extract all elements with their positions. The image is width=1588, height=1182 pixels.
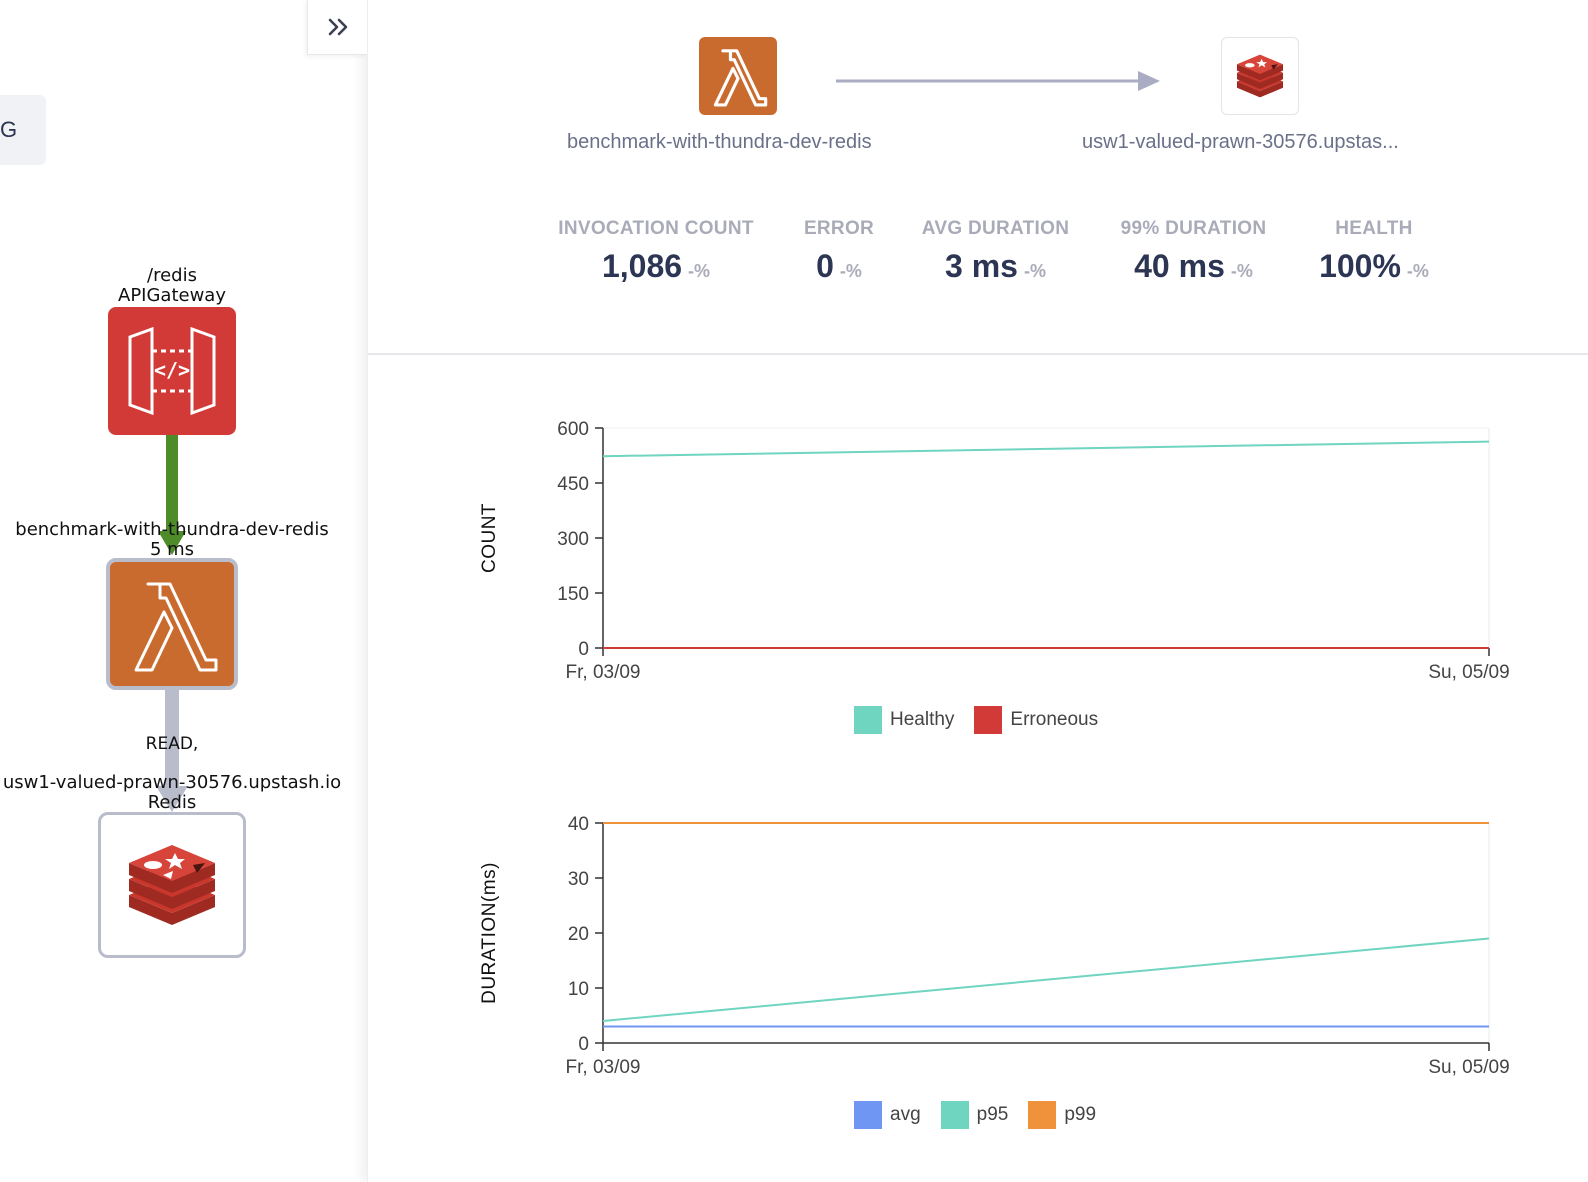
legend-label: p95: [976, 1104, 1009, 1125]
collapsed-tab[interactable]: G: [0, 95, 46, 165]
metric-invocation-count: INVOCATION COUNT 1,086 -%: [546, 218, 766, 285]
connection-arrow: [836, 71, 1160, 91]
expand-panel-button[interactable]: [307, 0, 367, 55]
metric-value: 1,086 -%: [601, 248, 711, 284]
legend-swatch: [854, 706, 882, 734]
service-graph-panel: G /redis APIGateway </> benchmark-with-t…: [0, 0, 367, 1182]
duration-chart: 0 10 20 30 40 Fr, 03/09 Su, 05/09 DURATION(ms) …: [368, 795, 1588, 1145]
y-tick-label: 450: [557, 474, 589, 495]
details-panel: benchmark-with-thundra-dev-redis usw1-va…: [367, 0, 1588, 1182]
legend-item-avg[interactable]: avg: [854, 1101, 921, 1129]
count-chart-plot: 0 150 300 450 600 Fr, 03/09 Su, 05/09 COUNT: [479, 419, 1510, 683]
redis-node[interactable]: [98, 812, 246, 958]
y-tick-label: 300: [557, 529, 589, 550]
redis-node-type: Redis: [147, 792, 197, 813]
series-line-p95: [602, 937, 1490, 1022]
collapsed-tab-label: G: [0, 117, 18, 142]
target-service-name[interactable]: usw1-valued-prawn-30576.upstas...: [1082, 131, 1399, 154]
metric-value: 40 ms -%: [1134, 248, 1253, 284]
double-chevron-right-icon: [328, 18, 347, 36]
legend-swatch: [940, 1101, 969, 1129]
count-chart: 0 150 300 450 600 Fr, 03/09 Su, 05/09 COUNT Hea…: [368, 400, 1588, 750]
series-line-healthy: [602, 440, 1490, 458]
metric-label: 99% DURATION: [1120, 218, 1267, 239]
y-tick-label: 20: [568, 924, 589, 945]
lambda-node-duration: 5 ms: [149, 539, 195, 560]
lambda-icon: [713, 49, 768, 107]
metric-label: AVG DURATION: [921, 218, 1070, 239]
y-axis-label: DURATION(ms): [479, 862, 500, 1004]
metric-avg-duration: AVG DURATION 3 ms -%: [908, 218, 1083, 285]
target-redis-badge[interactable]: [1221, 37, 1299, 115]
duration-chart-legend: avg p95 p99: [854, 1101, 1096, 1129]
redis-node-name: usw1-valued-prawn-30576.upstash.io: [2, 772, 342, 793]
metric-label: ERROR: [803, 218, 875, 239]
x-tick-label: Su, 05/09: [1428, 1057, 1509, 1078]
y-tick-label: 0: [578, 1034, 589, 1055]
legend-label: avg: [890, 1104, 921, 1125]
metric-label: INVOCATION COUNT: [558, 218, 754, 239]
lambda-node-name: benchmark-with-thundra-dev-redis: [15, 519, 329, 540]
y-tick-label: 30: [568, 869, 589, 890]
duration-chart-plot: 0 10 20 30 40 Fr, 03/09 Su, 05/09 DURATION(ms): [479, 814, 1510, 1078]
legend-swatch: [1028, 1101, 1057, 1129]
apigateway-node[interactable]: </>: [108, 307, 236, 435]
legend-item-p95[interactable]: p95: [940, 1101, 1009, 1129]
source-lambda-badge[interactable]: [699, 37, 777, 115]
legend-item-healthy[interactable]: Healthy: [854, 706, 954, 734]
y-tick-label: 0: [578, 639, 589, 660]
legend-swatch: [854, 1101, 882, 1129]
count-chart-legend: Healthy Erroneous: [854, 706, 1098, 734]
x-tick-label: Fr, 03/09: [566, 1057, 641, 1078]
y-tick-label: 150: [557, 584, 589, 605]
metric-health: HEALTH 100% -%: [1304, 218, 1444, 285]
lambda-node[interactable]: [106, 558, 238, 690]
apigw-node-name: /redis: [147, 265, 197, 286]
metric-99-duration: 99% DURATION 40 ms -%: [1106, 218, 1281, 285]
legend-swatch: [974, 706, 1003, 734]
divider: [368, 353, 1588, 355]
y-axis-label: COUNT: [479, 503, 500, 573]
metric-value: 100% -%: [1319, 248, 1429, 284]
legend-item-p99[interactable]: p99: [1028, 1101, 1096, 1129]
edge-operation-label: READ,: [145, 734, 199, 754]
redis-icon: [129, 845, 215, 925]
metric-value: 0 -%: [816, 248, 862, 284]
legend-label: Healthy: [890, 709, 955, 730]
legend-item-erroneous[interactable]: Erroneous: [974, 706, 1098, 734]
y-tick-label: 40: [568, 814, 589, 835]
y-tick-label: 10: [568, 979, 589, 1000]
metric-value: 3 ms -%: [945, 248, 1046, 284]
y-tick-label: 600: [557, 419, 589, 440]
svg-text:</>: </>: [154, 358, 190, 382]
redis-icon: [1236, 54, 1284, 98]
x-tick-label: Su, 05/09: [1428, 662, 1509, 683]
source-service-name[interactable]: benchmark-with-thundra-dev-redis: [567, 131, 872, 154]
x-tick-label: Fr, 03/09: [566, 662, 641, 683]
apigw-node-type: APIGateway: [118, 285, 226, 306]
metric-error: ERROR 0 -%: [779, 218, 899, 285]
apigateway-icon: </>: [128, 326, 216, 416]
lambda-icon: [134, 582, 218, 672]
legend-label: Erroneous: [1010, 709, 1099, 730]
legend-label: p99: [1064, 1104, 1097, 1125]
metric-label: HEALTH: [1335, 218, 1413, 239]
